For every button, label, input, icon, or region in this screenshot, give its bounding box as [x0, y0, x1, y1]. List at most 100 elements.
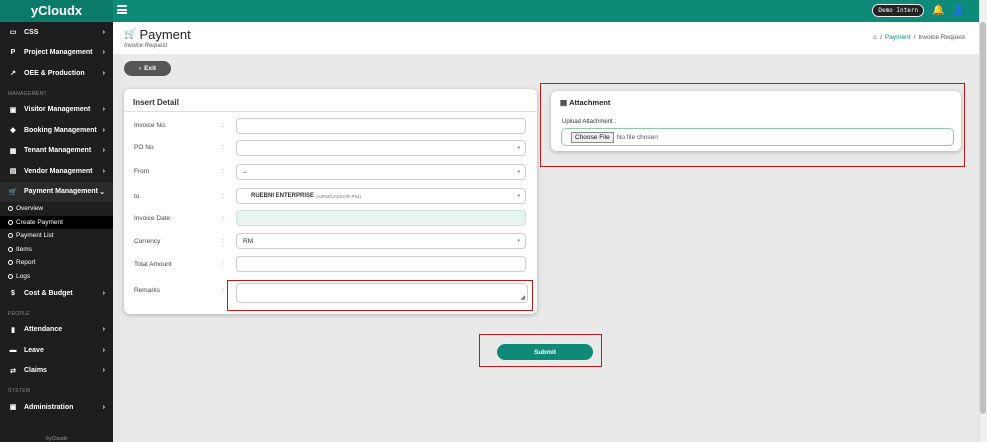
sidebar-footer: ©yCloudx	[45, 436, 68, 442]
currency-label: Currency	[134, 238, 161, 245]
invoice-date-label: Invoice Date	[134, 215, 171, 222]
po-no-label: PO No	[134, 144, 154, 151]
bell-icon[interactable]: 🔔	[932, 5, 944, 16]
highlight-box	[227, 280, 533, 311]
sidebar-item-label: Payment Management	[24, 188, 98, 196]
chevron-left-icon: ‹	[138, 65, 142, 72]
total-amount-label: Total Amount	[134, 261, 172, 268]
page-title-text: Payment	[139, 27, 191, 42]
sidebar-item-label: Booking Management	[24, 126, 97, 134]
page-title: 🛒 Payment	[124, 27, 191, 42]
sidebar-subitem-payment-list[interactable]: Payment List	[0, 229, 113, 243]
sidebar-item-label: CSS	[24, 28, 39, 36]
colon: :	[222, 193, 224, 200]
sidebar-item-label: Project Management	[24, 49, 93, 57]
sidebar-item-label: Claims	[24, 367, 47, 375]
dollar-icon: $	[11, 289, 15, 297]
chevron-right-icon: ›	[102, 49, 105, 57]
briefcase-icon: ▬	[9, 346, 17, 354]
to-value-sub: (AIRSELANGOR-P54)	[316, 193, 362, 199]
brand-logo[interactable]: yCloudx	[0, 0, 113, 22]
to-select[interactable]: RUEBNI ENTERPRISE (AIRSELANGOR-P54) ▾	[236, 188, 526, 204]
colon: :	[222, 122, 224, 129]
colon: :	[222, 168, 224, 175]
po-no-select[interactable]: ▾	[236, 140, 526, 156]
sidebar-subitem-logs[interactable]: Logs	[0, 270, 113, 284]
highlight-box	[479, 334, 602, 367]
card-title: Insert Detail	[133, 98, 179, 107]
sidebar-subitem-label: Logs	[16, 272, 31, 280]
chart-line-icon: ↗	[10, 70, 16, 78]
sidebar-item-cost-budget[interactable]: $ Cost & Budget ›	[0, 283, 113, 304]
user-role-badge[interactable]: Demo Intern	[872, 4, 925, 17]
hamburger-menu-icon[interactable]	[117, 5, 127, 14]
chevron-down-icon: ⌄	[99, 188, 105, 196]
circle-icon	[8, 206, 13, 212]
invoice-no-input[interactable]	[236, 118, 526, 134]
sidebar-item-claims[interactable]: ⇄ Claims ›	[0, 361, 113, 382]
sidebar-item-label: Vendor Management	[24, 167, 93, 175]
sidebar-subitem-label: Items	[16, 245, 32, 253]
colon: :	[222, 261, 224, 268]
currency-select[interactable]: RM ▾	[236, 233, 526, 249]
sidebar-item-oee-production[interactable]: ↗ OEE & Production ›	[0, 63, 113, 84]
sidebar-item-css[interactable]: ▭ CSS ›	[0, 22, 113, 43]
sidebar-item-attendance[interactable]: ▮ Attendance ›	[0, 320, 113, 341]
chevron-right-icon: ›	[102, 106, 105, 114]
sidebar-item-visitor-management[interactable]: ▣ Visitor Management ›	[0, 100, 113, 121]
sidebar-item-administration[interactable]: ▣ Administration ›	[0, 397, 113, 418]
colon: :	[222, 144, 224, 151]
total-amount-input[interactable]	[236, 256, 526, 272]
exchange-icon: ⇄	[10, 367, 16, 375]
chevron-right-icon: ›	[102, 147, 105, 155]
sidebar-item-label: Visitor Management	[24, 106, 91, 114]
sidebar-subitem-items[interactable]: Items	[0, 243, 113, 257]
sidebar-item-project-management[interactable]: P Project Management ›	[0, 43, 113, 64]
chevron-down-icon: ▾	[517, 169, 520, 175]
home-icon[interactable]: ⌂	[873, 34, 877, 41]
sidebar-item-label: Tenant Management	[24, 147, 92, 155]
circle-icon	[8, 219, 13, 225]
monitor-icon: ▭	[9, 29, 17, 37]
scrollbar[interactable]	[979, 0, 987, 442]
exit-button[interactable]: ‹ Exit	[124, 61, 171, 76]
top-bar: yCloudx Demo Intern 🔔 👤	[0, 0, 979, 22]
user-icon[interactable]: 👤	[953, 5, 965, 16]
sidebar-subitem-create-payment[interactable]: Create Payment	[0, 215, 113, 229]
sidebar-item-leave[interactable]: ▬ Leave ›	[0, 340, 113, 361]
sidebar-item-payment-management[interactable]: 🛒 Payment Management ⌄	[0, 181, 113, 202]
sidebar-item-booking-management[interactable]: ◆ Booking Management ›	[0, 120, 113, 141]
sidebar-item-tenant-management[interactable]: ▦ Tenant Management ›	[0, 141, 113, 162]
breadcrumb-link-payment[interactable]: Payment	[885, 34, 911, 41]
highlight-box	[540, 83, 965, 167]
invoice-date-input[interactable]	[236, 210, 526, 226]
attendance-icon: ▮	[11, 326, 15, 334]
page-subtitle: Invoice Request	[124, 43, 168, 49]
section-label-management: MANAGEMENT	[8, 90, 47, 97]
breadcrumb: ⌂ / Payment / Invoice Request	[873, 34, 965, 41]
chevron-right-icon: ›	[102, 403, 105, 411]
breadcrumb-current: Invoice Request	[918, 34, 965, 41]
chevron-right-icon: ›	[102, 167, 105, 175]
divider	[124, 111, 537, 112]
sidebar-subitem-report[interactable]: Report	[0, 256, 113, 270]
cart-icon: 🛒	[8, 188, 18, 196]
from-select[interactable]: -- ▾	[236, 164, 526, 180]
remarks-label: Remarks	[134, 287, 161, 294]
sidebar-subitem-overview[interactable]: Overview	[0, 202, 113, 216]
sidebar-item-label: OEE & Production	[24, 69, 85, 77]
scrollbar-thumb[interactable]	[980, 22, 986, 414]
sidebar-item-label: Cost & Budget	[24, 289, 73, 297]
building-icon: ▦	[9, 147, 17, 155]
page-header: 🛒 Payment Invoice Request ⌂ / Payment / …	[113, 22, 979, 54]
chevron-down-icon: ▾	[517, 145, 520, 151]
cart-icon: 🛒	[124, 29, 137, 40]
project-icon: P	[10, 49, 16, 57]
chevron-right-icon: ›	[102, 28, 105, 36]
breadcrumb-separator: /	[913, 34, 916, 41]
sidebar-subitem-label: Payment List	[16, 232, 54, 240]
sidebar-subitem-label: Overview	[16, 205, 44, 213]
sidebar-item-vendor-management[interactable]: ▤ Vendor Management ›	[0, 161, 113, 182]
circle-icon	[8, 273, 13, 279]
sidebar-item-label: Administration	[24, 403, 74, 411]
